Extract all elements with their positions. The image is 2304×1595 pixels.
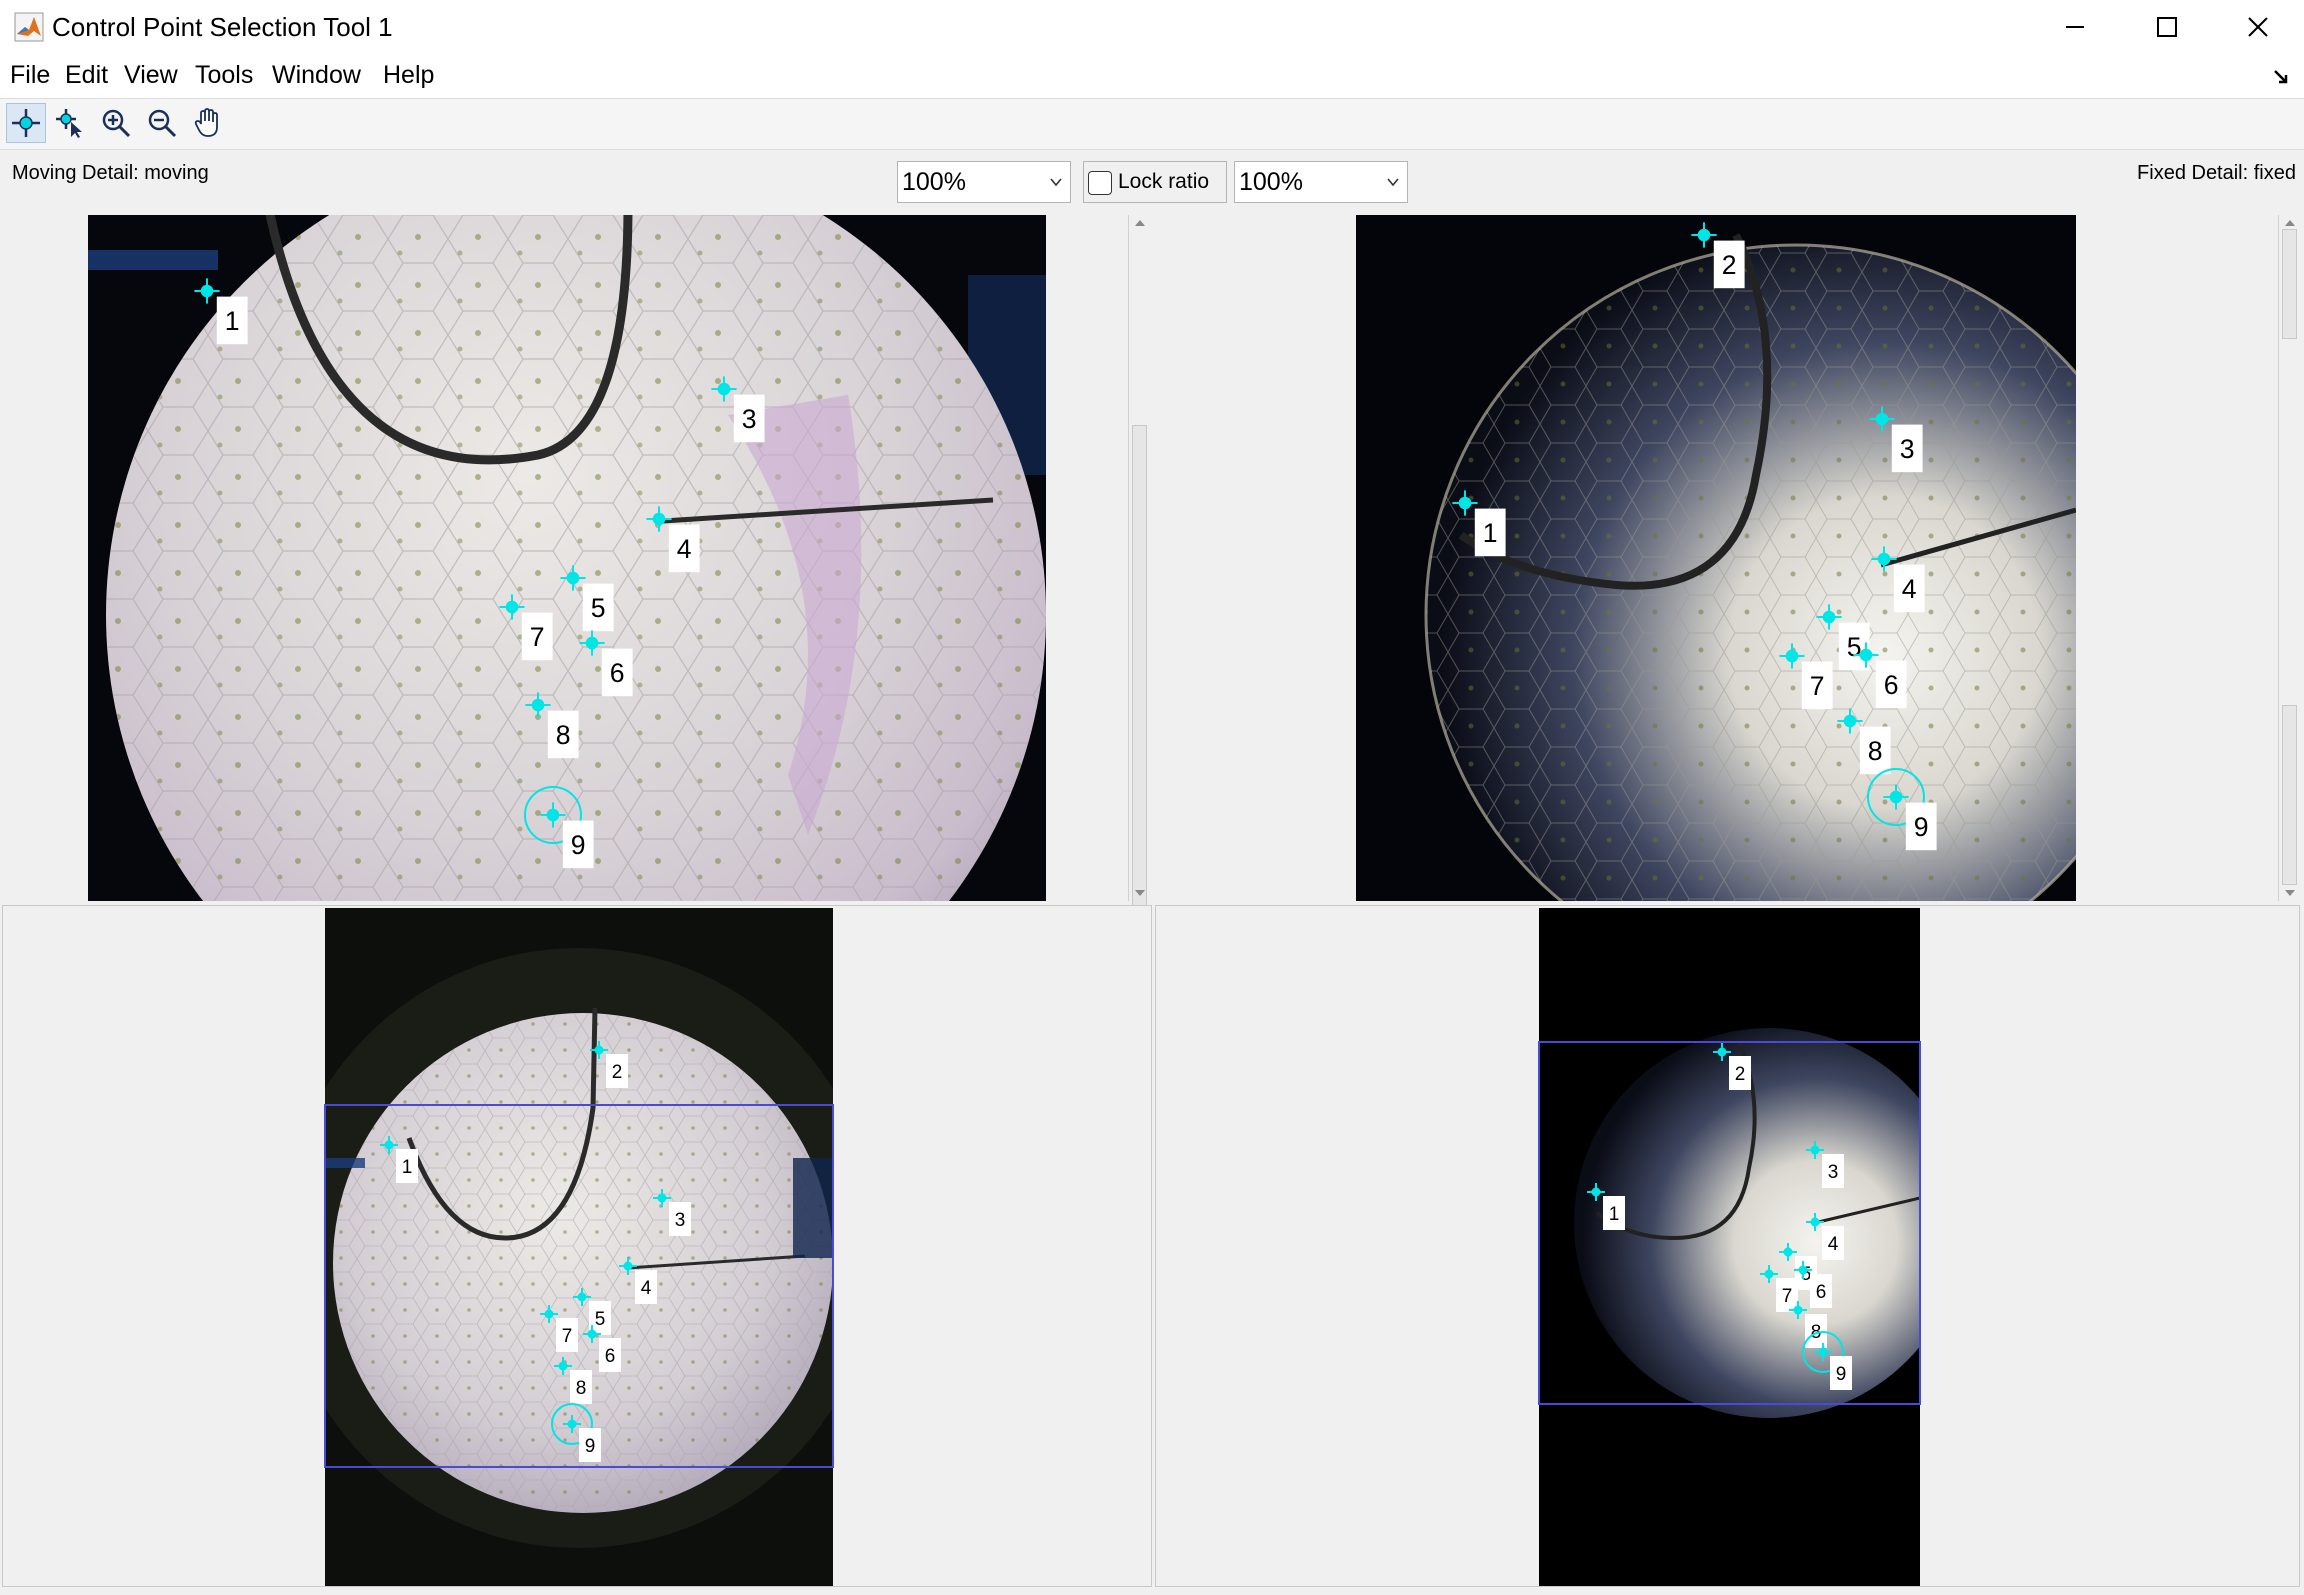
fixed-microscope-image — [1356, 215, 2076, 901]
menu-help[interactable]: Help — [383, 58, 434, 92]
add-point-icon — [12, 109, 40, 137]
lock-ratio-checkbox[interactable]: Lock ratio — [1083, 161, 1227, 203]
close-button[interactable] — [2212, 0, 2304, 54]
menu-tools[interactable]: Tools — [195, 58, 253, 92]
window-title: Control Point Selection Tool 1 — [52, 12, 393, 42]
scroll-down-icon[interactable] — [1134, 889, 1146, 897]
fixed-scroll-thumb[interactable] — [2282, 705, 2297, 885]
moving-scroll-thumb[interactable] — [1132, 425, 1147, 985]
lock-ratio-box[interactable] — [1088, 171, 1112, 195]
moving-detail-label: Moving Detail: moving — [12, 162, 209, 184]
chevron-down-icon — [1387, 178, 1399, 187]
moving-zoom-select[interactable]: 100% — [897, 161, 1071, 203]
close-icon — [2248, 17, 2268, 37]
moving-overview-image[interactable] — [325, 908, 833, 1586]
scroll-up-icon[interactable] — [1134, 219, 1146, 227]
fixed-detail-image[interactable] — [1356, 215, 2076, 901]
menu-file[interactable]: File — [10, 58, 50, 92]
moving-vertical-scrollbar[interactable] — [1128, 215, 1151, 985]
fixed-zoom-value: 100% — [1239, 168, 1303, 196]
fixed-detail-label: Fixed Detail: fixed — [2137, 162, 2296, 184]
menu-window[interactable]: Window — [272, 58, 361, 92]
pan-hand-icon — [194, 108, 218, 137]
scroll-up-icon[interactable] — [2284, 219, 2296, 227]
fixed-overview-image[interactable] — [1539, 908, 1920, 1586]
menu-edit[interactable]: Edit — [65, 58, 108, 92]
minimize-icon — [2066, 26, 2084, 28]
fixed-vertical-scrollbar[interactable] — [2278, 215, 2301, 901]
select-point-icon — [56, 109, 82, 138]
toolbar — [0, 98, 2304, 150]
menu-view[interactable]: View — [124, 58, 178, 92]
select-point-tool[interactable] — [50, 103, 90, 143]
fixed-overview-microscope-image — [1539, 908, 1920, 1586]
pan-tool[interactable] — [188, 103, 228, 143]
zoom-out-tool[interactable] — [142, 103, 182, 143]
scroll-down-icon[interactable] — [2284, 889, 2296, 897]
add-point-tool[interactable] — [6, 103, 46, 143]
zoom-in-icon — [102, 109, 131, 138]
undock-icon[interactable] — [2272, 66, 2292, 86]
minimize-button[interactable] — [2029, 0, 2121, 54]
maximize-icon — [2157, 17, 2177, 37]
chevron-down-icon — [1050, 178, 1062, 187]
moving-zoom-value: 100% — [902, 168, 966, 196]
menu-bar: File Edit View Tools Window Help — [0, 54, 2304, 98]
moving-detail-image[interactable] — [88, 215, 1046, 901]
lock-ratio-label: Lock ratio — [1118, 170, 1210, 193]
fixed-zoom-select[interactable]: 100% — [1234, 161, 1408, 203]
maximize-button[interactable] — [2121, 0, 2213, 54]
moving-overview-microscope-image — [325, 908, 833, 1586]
matlab-icon — [14, 12, 44, 42]
zoom-out-icon — [148, 109, 177, 138]
fixed-scroll-thumb-top[interactable] — [2282, 229, 2297, 339]
title-bar: Control Point Selection Tool 1 — [0, 0, 2304, 54]
moving-microscope-image — [88, 215, 1046, 901]
zoom-in-tool[interactable] — [96, 103, 136, 143]
